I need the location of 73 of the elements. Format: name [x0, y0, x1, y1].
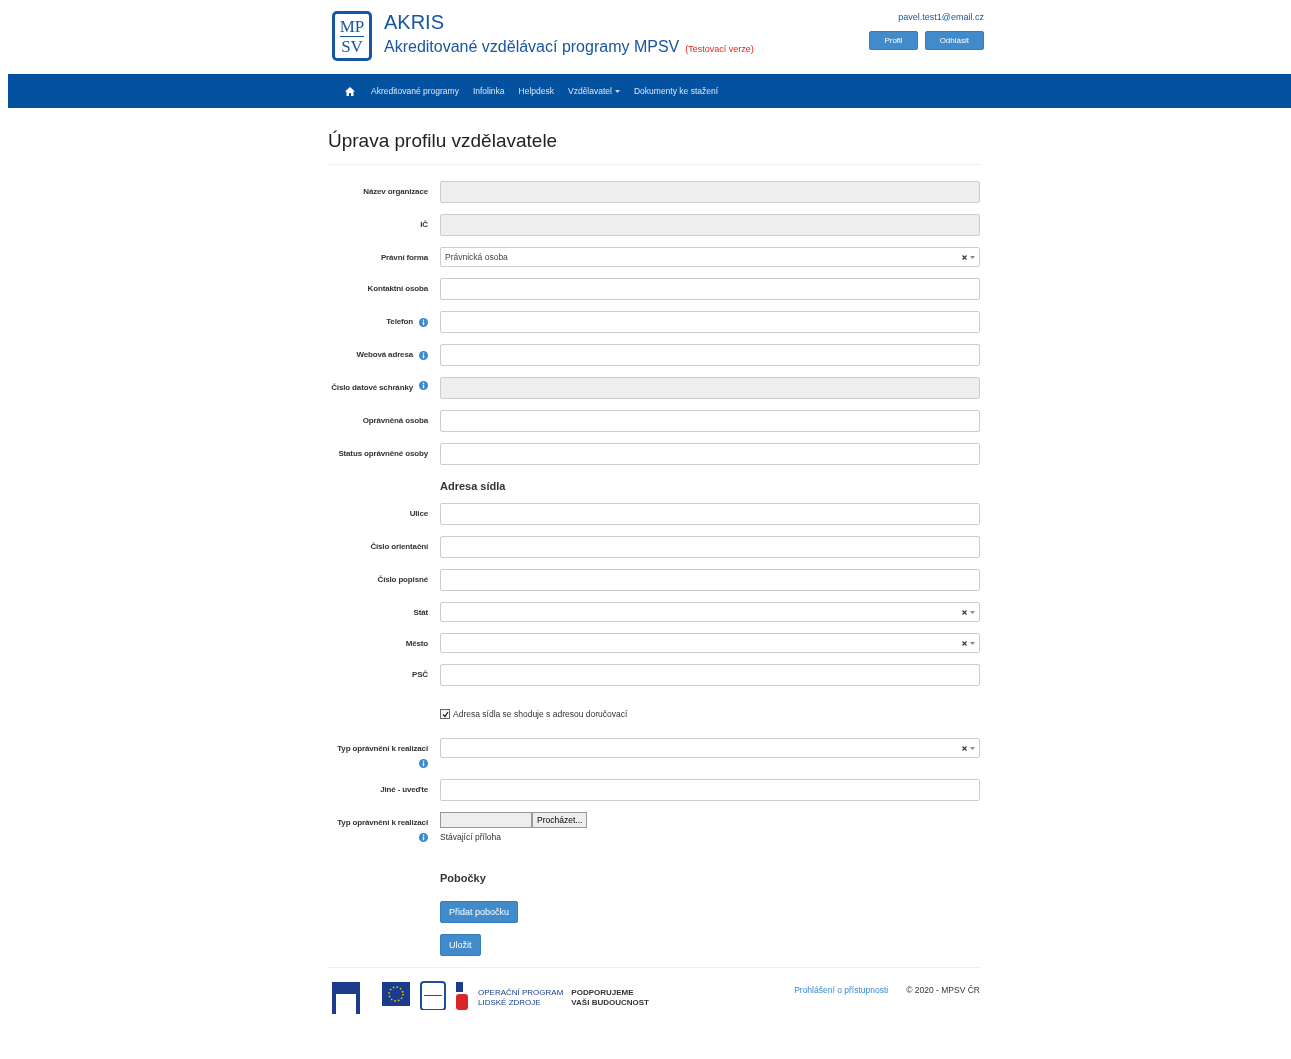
nav-link[interactable]: Infolinka — [472, 86, 505, 96]
info-icon[interactable] — [419, 317, 428, 327]
caret-icon[interactable] — [970, 610, 975, 614]
input-field[interactable] — [440, 344, 980, 366]
input-field[interactable] — [440, 569, 980, 591]
checkbox[interactable] — [440, 709, 450, 719]
input-field[interactable] — [440, 503, 980, 525]
caret-icon[interactable] — [970, 255, 975, 259]
input-field[interactable] — [440, 443, 980, 465]
app-subtitle: Akreditované vzdělávací programy MPSV — [384, 38, 680, 56]
select-field[interactable] — [440, 738, 980, 758]
logo-text: SV — [341, 36, 363, 56]
input-field[interactable] — [440, 779, 980, 801]
field-label: Status oprávněné osoby — [338, 448, 428, 460]
field-label: Ulice — [409, 508, 428, 520]
field-label: Oprávněná osoba — [362, 415, 428, 427]
caret-icon[interactable] — [970, 746, 975, 750]
app-title: AKRIS — [384, 10, 446, 34]
user-email-link[interactable]: pavel.test1@email.cz — [898, 12, 984, 22]
input-field[interactable] — [440, 410, 980, 432]
clear-icon[interactable] — [962, 254, 967, 260]
page-title: Úprava profilu vzdělavatele — [328, 130, 559, 153]
home-icon[interactable] — [345, 86, 355, 96]
info-icon[interactable] — [419, 833, 428, 842]
add-branch-button[interactable]: Přidat pobočku — [440, 901, 519, 923]
file-path-field[interactable] — [440, 812, 532, 828]
attachment-label: Stávající příloha — [440, 832, 502, 842]
field-label: IČ — [420, 219, 428, 231]
logout-button[interactable]: Odhlásit — [924, 31, 984, 50]
test-version-label: (Testovací verze) — [685, 44, 754, 54]
field-label: Typ oprávnění k realizaci — [337, 817, 428, 829]
field-label: Číslo datové schránky — [331, 382, 413, 394]
input-field[interactable] — [440, 278, 980, 300]
clear-icon[interactable] — [962, 745, 967, 751]
copyright-text: © 2020 - MPSV ČR — [906, 985, 980, 997]
info-icon[interactable] — [419, 381, 428, 390]
browse-button[interactable]: Procházet... — [532, 812, 588, 828]
field-label: Číslo orientační — [370, 541, 428, 553]
field-label: Město — [405, 638, 428, 650]
nav-link[interactable]: Vzdělavatel — [568, 86, 620, 96]
section-heading: Adresa sídla — [440, 480, 507, 492]
info-icon[interactable] — [419, 350, 428, 360]
sponsor-logos-drawing: OPERAČNÍ PROGRAM LIDSKÉ ZDROJE PODPORUJEME VAŠI BUDOUCNOST — [332, 980, 649, 1014]
profile-button[interactable]: Profil — [869, 31, 918, 50]
section-heading: Pobočky — [440, 872, 487, 884]
caret-icon[interactable] — [614, 89, 620, 93]
clear-icon[interactable] — [962, 640, 967, 646]
field-label: Typ oprávnění k realizaci — [337, 743, 428, 755]
field-label: Kontaktní osoba — [367, 283, 428, 295]
clear-icon[interactable] — [962, 609, 967, 615]
field-label: Webová adresa — [356, 349, 413, 361]
input-field[interactable] — [440, 536, 980, 558]
field-label: PSČ — [412, 669, 428, 681]
field-label: Jiné - uveďte — [380, 784, 428, 796]
field-label: Právní forma — [380, 252, 428, 264]
select-field[interactable] — [440, 633, 980, 653]
save-button[interactable]: Uložit — [440, 934, 481, 956]
info-icon[interactable] — [419, 759, 428, 768]
input-field[interactable] — [440, 311, 980, 333]
field-label: Číslo popisné — [377, 574, 428, 586]
field-label: Stát — [413, 607, 428, 619]
select-field[interactable] — [440, 602, 980, 622]
field-label: Název organizace — [363, 186, 428, 198]
accessibility-link[interactable]: Prohlášení o přístupnosti — [794, 985, 889, 1014]
checkbox-label: Adresa sídla se shoduje s adresou doručovací — [453, 709, 628, 719]
logo-text: MP — [339, 16, 365, 37]
input-field[interactable] — [440, 664, 980, 686]
select-field[interactable]: Právnická osoba — [440, 247, 980, 267]
nav-link[interactable]: Helpdesk — [518, 86, 554, 96]
nav-link[interactable]: Dokumenty ke stažení — [633, 86, 719, 96]
nav-link[interactable]: Akreditované programy — [371, 86, 459, 96]
field-label: Telefon — [386, 316, 413, 328]
caret-icon[interactable] — [970, 641, 975, 645]
